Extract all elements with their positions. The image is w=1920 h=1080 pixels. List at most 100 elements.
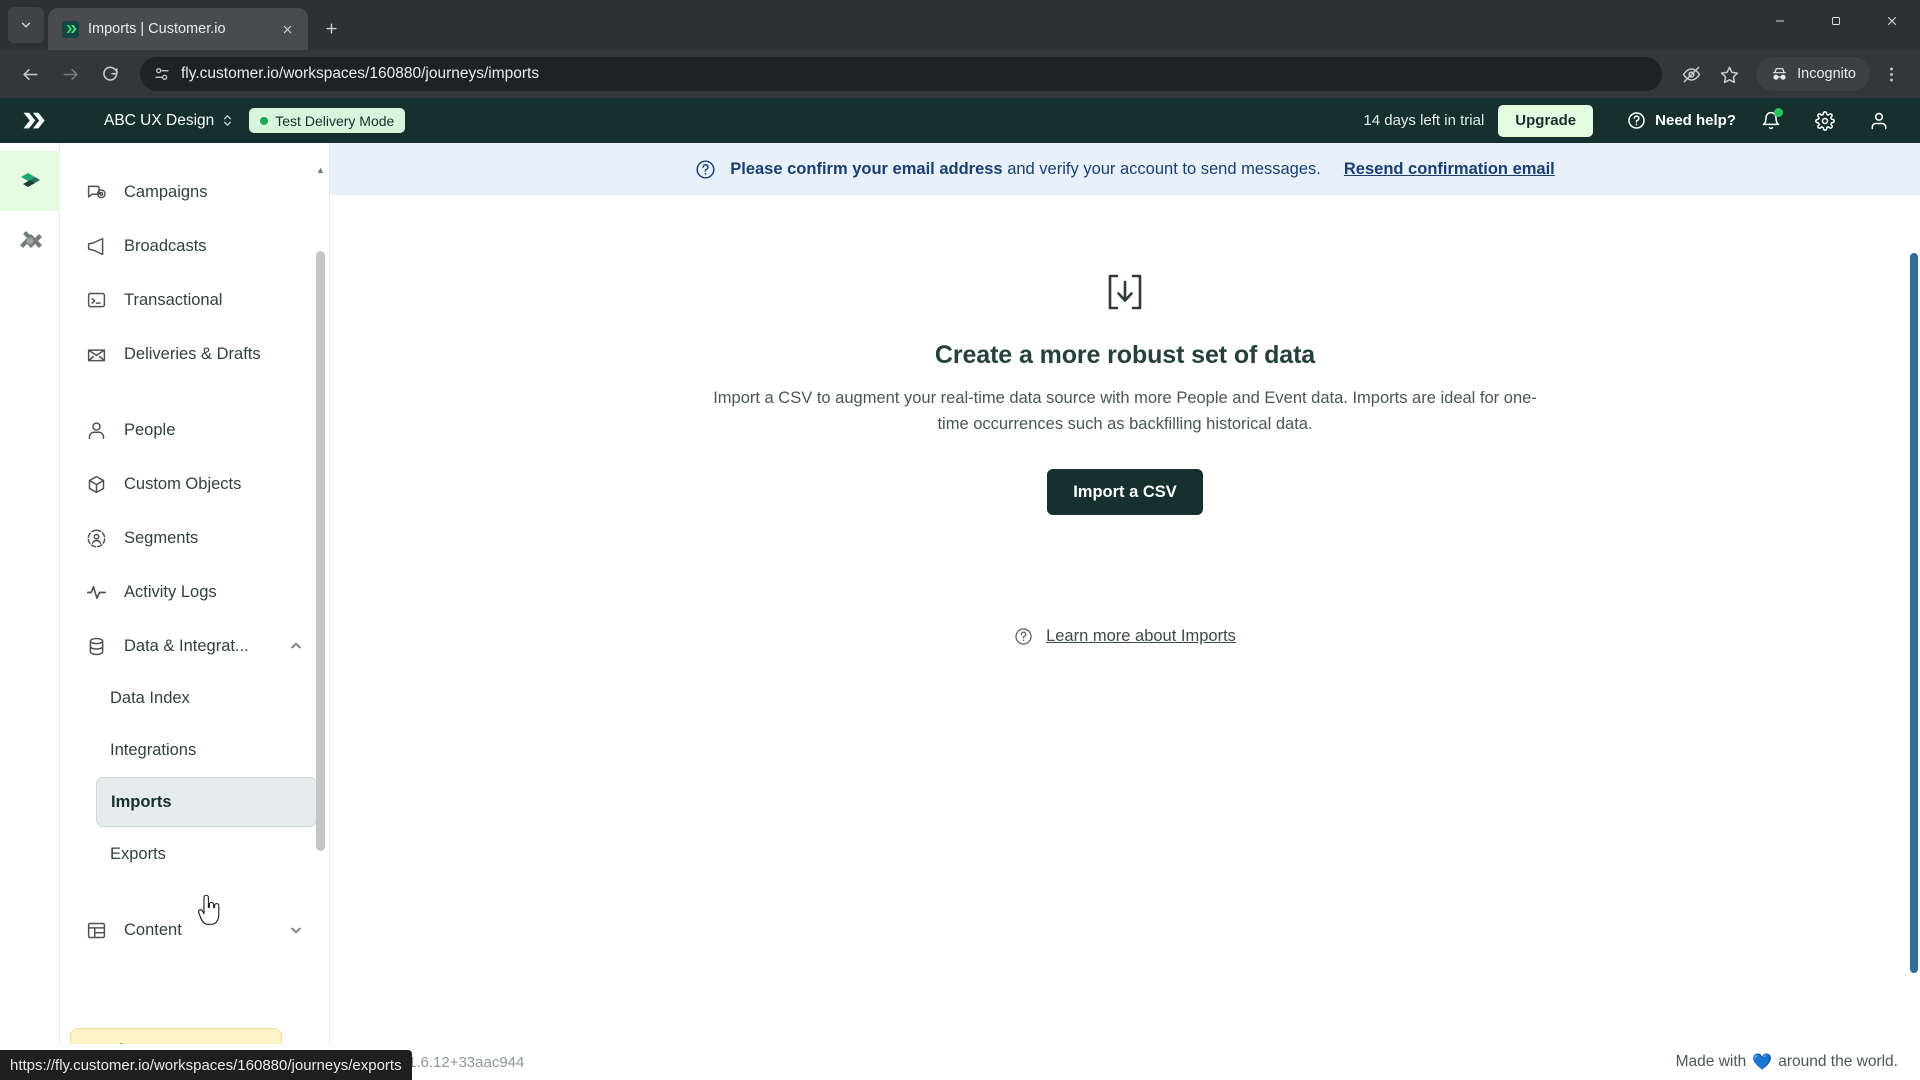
footer-credit-suffix: around the world. [1778,1053,1898,1070]
status-dot-icon [260,116,269,125]
sidebar-item-deliveries-drafts[interactable]: Deliveries & Drafts [72,327,317,381]
journeys-rail-item[interactable] [0,151,60,211]
sidebar-subitem-integrations[interactable]: Integrations [96,725,317,775]
resend-confirmation-link[interactable]: Resend confirmation email [1344,160,1555,179]
chevron-updown-icon [224,115,232,126]
incognito-profile-button[interactable]: Incognito [1756,57,1870,91]
learn-more-link[interactable]: Learn more about Imports [1014,627,1236,646]
sidebar-item-transactional[interactable]: Transactional [72,273,317,327]
sidebar-scrollbar-thumb[interactable] [316,251,325,851]
product-rail [0,143,60,1080]
window-maximize-button[interactable] [1808,0,1864,42]
sidebar-scroll-region: Campaigns Broadcasts Transactional Deliv… [60,143,329,957]
browser-tab-title: Imports | Customer.io [88,21,226,37]
app-body: Campaigns Broadcasts Transactional Deliv… [0,143,1920,1080]
browser-tab[interactable]: Imports | Customer.io [48,8,308,50]
banner-rest-text: and verify your account to send messages… [1002,159,1321,178]
sidebar-subitem-imports[interactable]: Imports [96,777,317,827]
sidebar-item-people[interactable]: People [72,403,317,457]
user-account-button[interactable] [1860,102,1898,140]
sidebar-item-label: Data & Integrat... [124,636,249,655]
gear-icon [1815,110,1835,131]
data-pipelines-rail-icon [20,231,42,248]
sidebar-subitem-exports[interactable]: Exports [96,829,317,879]
sidebar-subitem-data-index[interactable]: Data Index [96,673,317,723]
sidebar-item-content[interactable]: Content [72,903,317,957]
sidebar-divider [72,881,317,903]
chevron-down-icon [291,927,301,933]
need-help-button[interactable]: Need help? [1627,111,1736,130]
data-pipelines-rail-item[interactable] [0,211,60,271]
sidebar-divider [72,381,317,403]
import-csv-button[interactable]: Import a CSV [1047,469,1203,516]
site-settings-icon[interactable] [152,65,171,84]
forward-button[interactable] [52,56,88,92]
sidebar-item-segments[interactable]: Segments [72,511,317,565]
upgrade-button[interactable]: Upgrade [1498,104,1594,137]
user-icon [1871,112,1887,129]
tab-search-button[interactable] [8,7,44,43]
notifications-button[interactable] [1752,102,1790,140]
sidebar-item-activity-logs[interactable]: Activity Logs [72,565,317,619]
segments-icon [86,528,107,549]
question-circle-icon [1628,112,1645,129]
sidebar-item-label: Segments [124,528,199,547]
sidebar-item-label: Custom Objects [124,474,242,493]
sidebar-item-data-integrations[interactable]: Data & Integrat... [72,619,317,673]
transactional-icon [86,290,107,311]
footer-credit: Made with 💙 around the world. [1676,1052,1898,1072]
window-close-button[interactable] [1864,0,1920,42]
delivery-mode-label: Test Delivery Mode [275,112,395,129]
sidebar-scrollbar[interactable]: ▲ [315,143,326,1080]
address-bar[interactable]: fly.customer.io/workspaces/160880/journe… [140,57,1663,91]
incognito-label: Incognito [1797,66,1856,82]
database-icon [86,636,107,657]
app-header: ABC UX Design Test Delivery Mode 14 days… [0,98,1920,143]
customerio-brand-icon[interactable] [14,105,54,137]
tab-close-icon[interactable] [276,18,298,40]
customerio-logo-icon [62,20,79,38]
page-description: Import a CSV to augment your real-time d… [713,389,1537,433]
campaigns-icon [86,182,107,203]
delivery-mode-badge[interactable]: Test Delivery Mode [249,108,406,133]
build-version: 1.6.12+33aac944 [408,1053,525,1071]
notification-indicator-dot [1774,107,1783,117]
imports-empty-state: Create a more robust set of data Import … [330,195,1920,646]
sidebar-item-label: Activity Logs [124,582,217,601]
download-bracket-icon [1104,271,1146,313]
email-confirmation-banner: Please confirm your email address and ve… [330,143,1920,195]
workspace-selector[interactable]: ABC UX Design [104,112,233,130]
main-scrollbar-thumb[interactable] [1910,253,1918,973]
sidebar-clipped-item [60,149,329,165]
window-minimize-button[interactable] [1752,0,1808,42]
sidebar-item-broadcasts[interactable]: Broadcasts [72,219,317,273]
need-help-label: Need help? [1655,112,1736,129]
main-sidebar: Campaigns Broadcasts Transactional Deliv… [60,143,330,1080]
banner-text: Please confirm your email address and ve… [730,160,1321,179]
new-tab-button[interactable] [314,11,348,45]
rainbow-heart-icon: 💙 [1752,1054,1773,1071]
sidebar-subgroup-data: Data Index Integrations Imports Exports [72,673,317,879]
banner-bold-text: Please confirm your email address [730,159,1003,178]
footer-credit-prefix: Made with [1675,1053,1747,1070]
tracking-protection-icon[interactable] [1674,57,1708,91]
chrome-menu-icon[interactable] [1874,57,1908,91]
sidebar-item-label: People [124,420,176,439]
journeys-rail-icon [21,173,40,187]
sidebar-item-custom-objects[interactable]: Custom Objects [72,457,317,511]
bookmark-star-icon[interactable] [1712,57,1746,91]
activity-logs-icon [86,582,107,603]
link-status-bubble: https://fly.customer.io/workspaces/16088… [0,1050,412,1080]
back-button[interactable] [12,56,48,92]
sidebar-item-label: Campaigns [124,182,208,201]
window-controls [1752,0,1920,42]
sidebar-subitem-label: Exports [110,844,166,863]
sidebar-subitem-label: Integrations [110,740,197,759]
settings-button[interactable] [1806,102,1844,140]
scroll-up-arrow-icon[interactable]: ▲ [315,165,326,175]
question-circle-icon [695,159,716,180]
people-icon [86,420,107,441]
sidebar-item-label: Transactional [124,290,223,309]
sidebar-item-campaigns[interactable]: Campaigns [72,165,317,219]
reload-button[interactable] [92,56,128,92]
